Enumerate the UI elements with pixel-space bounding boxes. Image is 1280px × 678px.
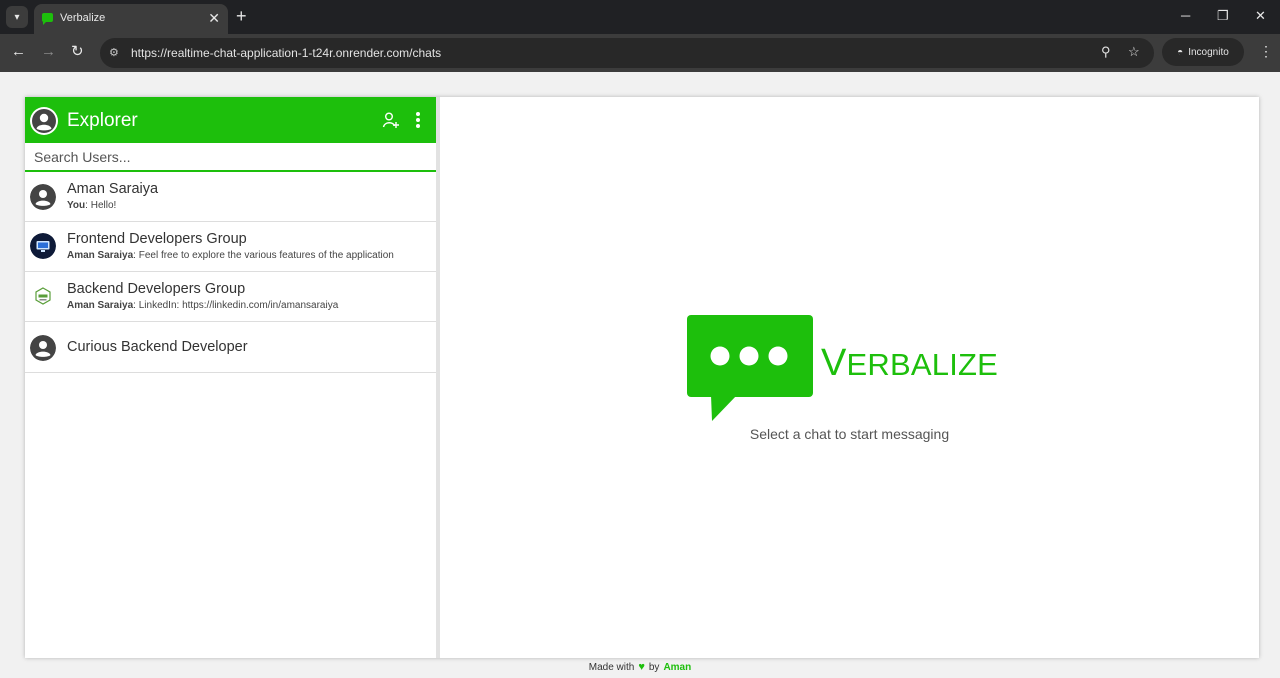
heart-icon: ♥ xyxy=(638,661,645,673)
chat-app: Explorer Search Users... Aman Saraiya Yo… xyxy=(25,97,1259,658)
tab-title: Verbalize xyxy=(60,12,106,24)
incognito-badge[interactable]: ◓ Incognito xyxy=(1162,38,1244,66)
chat-name: Aman Saraiya xyxy=(67,181,159,197)
avatar xyxy=(30,335,56,361)
window-close-icon[interactable]: ✕ xyxy=(1255,7,1266,25)
back-arrow-icon[interactable]: ← xyxy=(11,43,26,61)
site-info-icon[interactable]: ⚙ xyxy=(109,46,119,59)
preview-sender: Aman Saraiya xyxy=(67,300,134,311)
preview-message: Feel free to explore the various feature… xyxy=(138,250,394,261)
restore-icon[interactable]: ❐ xyxy=(1217,7,1229,25)
node-logo-icon xyxy=(30,284,56,310)
close-icon[interactable]: ✕ xyxy=(208,10,220,26)
brand-rest: ERBALIZE xyxy=(846,347,999,382)
footer-made-with: Made with xyxy=(588,662,635,673)
incognito-label: Incognito xyxy=(1188,46,1229,58)
sidebar-title: Explorer xyxy=(67,110,138,131)
chat-preview: You: Hello! xyxy=(67,200,116,211)
incognito-icon: ◓ xyxy=(1177,46,1184,58)
chat-list-item[interactable]: Backend Developers Group Aman Saraiya: L… xyxy=(25,272,436,322)
avatar xyxy=(30,184,56,210)
chat-name: Curious Backend Developer xyxy=(67,339,248,355)
more-options-icon[interactable] xyxy=(414,111,422,134)
chat-list-item[interactable]: Aman Saraiya You: Hello! xyxy=(25,172,436,222)
chat-bubble-logo-icon xyxy=(687,315,813,421)
footer-author-link[interactable]: Aman xyxy=(663,662,691,673)
user-icon xyxy=(30,184,56,210)
chat-preview: Aman Saraiya: LinkedIn: https://linkedin… xyxy=(67,300,338,311)
profile-avatar[interactable] xyxy=(30,107,58,135)
search-users-input[interactable] xyxy=(25,143,436,172)
preview-message: LinkedIn: https://linkedin.com/in/amansa… xyxy=(138,300,339,311)
minimize-icon[interactable]: ─ xyxy=(1181,7,1190,25)
url-text[interactable]: https://realtime-chat-application-1-t24r… xyxy=(131,46,441,60)
new-tab-button[interactable]: + xyxy=(236,6,247,26)
browser-tab-strip: ▾ Verbalize ✕ + ─ ❐ ✕ xyxy=(0,0,1280,34)
chat-main-panel: VERBALIZE Select a chat to start messagi… xyxy=(440,97,1259,658)
sidebar: Explorer Search Users... Aman Saraiya Yo… xyxy=(25,97,437,658)
brand-initial: V xyxy=(821,342,847,384)
chat-name: Backend Developers Group xyxy=(67,281,246,297)
footer: Made with ♥ by Aman xyxy=(0,661,1280,673)
chat-list-item[interactable]: Curious Backend Developer xyxy=(25,323,436,373)
chat-favicon-icon xyxy=(42,13,53,25)
chevron-down-icon: ▾ xyxy=(14,11,20,23)
zoom-icon[interactable]: ⚲ xyxy=(1101,44,1111,60)
sidebar-header: Explorer xyxy=(25,97,436,143)
chat-preview: Aman Saraiya: Feel free to explore the v… xyxy=(67,250,394,261)
browser-tab[interactable]: Verbalize ✕ xyxy=(34,4,228,34)
preview-sender: You xyxy=(67,200,86,211)
footer-by: by xyxy=(648,662,660,673)
group-avatar xyxy=(30,284,56,310)
preview-sender: Aman Saraiya xyxy=(67,250,134,261)
brand-name: VERBALIZE xyxy=(821,342,998,385)
forward-arrow-icon[interactable]: → xyxy=(41,43,56,61)
browser-menu-icon[interactable]: ⋮ xyxy=(1259,43,1273,60)
browser-toolbar: ← → ↻ ⚙ https://realtime-chat-applicatio… xyxy=(0,34,1280,72)
address-bar[interactable]: ⚙ https://realtime-chat-application-1-t2… xyxy=(100,38,1154,68)
user-icon xyxy=(30,335,56,361)
empty-state-message: Select a chat to start messaging xyxy=(749,426,950,442)
monitor-icon xyxy=(30,233,56,259)
group-avatar xyxy=(30,233,56,259)
bookmark-star-icon[interactable]: ☆ xyxy=(1128,44,1140,60)
reload-icon[interactable]: ↻ xyxy=(71,43,84,61)
tab-search-button[interactable]: ▾ xyxy=(6,6,28,28)
user-icon xyxy=(32,109,56,133)
chat-name: Frontend Developers Group xyxy=(67,231,247,247)
preview-message: Hello! xyxy=(90,200,117,211)
add-group-icon[interactable] xyxy=(382,111,400,134)
chat-list-item[interactable]: Frontend Developers Group Aman Saraiya: … xyxy=(25,222,436,272)
